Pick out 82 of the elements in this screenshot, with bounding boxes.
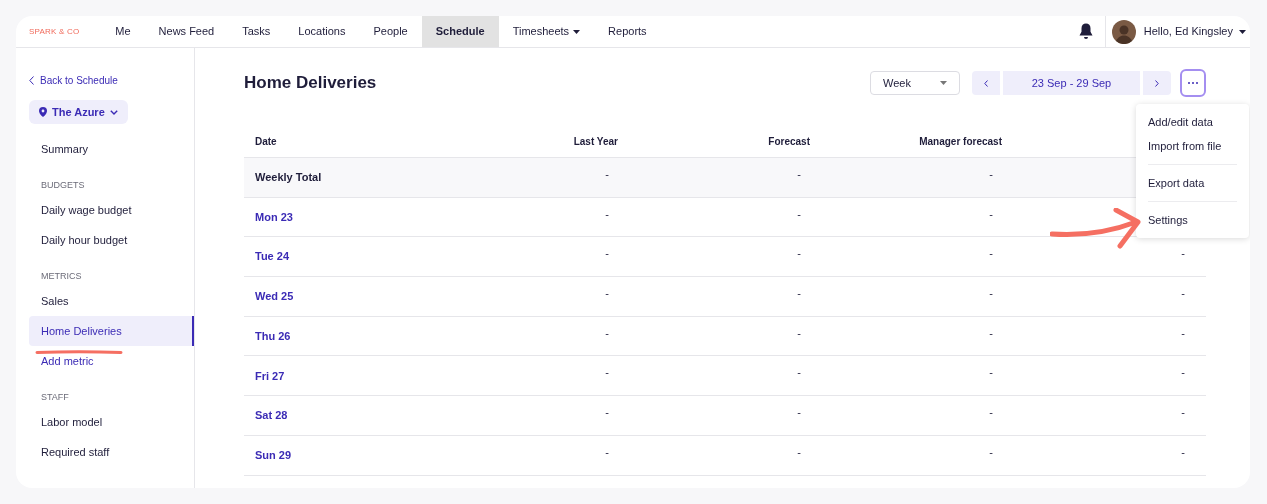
section-heading: BUDGETS — [40, 179, 86, 193]
menu-item[interactable]: Settings — [1148, 208, 1237, 232]
period-select[interactable]: Week — [870, 71, 960, 95]
table-cell-text: - — [1180, 286, 1186, 302]
date-cell[interactable]: Thu 26 — [244, 316, 426, 356]
column-header: Manager forecast — [918, 135, 1002, 149]
table-cell-text: - — [988, 444, 994, 460]
date-cell[interactable]: Tue 24 — [244, 237, 426, 277]
table-cell-text: - — [604, 206, 610, 222]
back-link[interactable]: Back to Schedule — [29, 73, 118, 88]
user-menu[interactable]: Hello, Ed Kingsley — [1143, 23, 1246, 40]
column-header: Date — [254, 135, 278, 149]
page-title: Home Deliveries — [244, 72, 378, 95]
table-cell-text: - — [604, 405, 610, 421]
sidebar-item[interactable]: Daily wage budget — [29, 195, 194, 225]
more-button[interactable] — [1180, 69, 1206, 97]
table-cell-text: - — [604, 167, 610, 182]
nav-tab[interactable]: Locations — [284, 16, 360, 47]
nav-tab[interactable]: People — [359, 16, 422, 47]
date-cell[interactable]: Sat 28 — [244, 396, 426, 435]
caret-icon — [940, 81, 947, 85]
nav-tab[interactable]: Reports — [594, 16, 661, 47]
menu-item[interactable]: Import from file — [1148, 134, 1237, 158]
menu-item[interactable]: Export data — [1148, 171, 1237, 195]
date-range[interactable]: 23 Sep - 29 Sep — [1003, 71, 1140, 95]
sidebar-item[interactable]: Labor model — [29, 407, 194, 437]
map-pin-icon — [39, 107, 47, 117]
nav-tab[interactable]: Tasks — [228, 16, 285, 47]
table-cell-text: - — [988, 405, 994, 421]
table-cell-text: - — [796, 167, 802, 182]
bell-icon[interactable] — [1078, 23, 1093, 40]
column-header: Forecast — [767, 135, 810, 149]
menu-item[interactable]: Add/edit data — [1148, 110, 1237, 134]
nav-tab[interactable]: Timesheets — [498, 16, 595, 47]
table-cell-text: - — [988, 167, 994, 182]
table-cell-text: - — [604, 365, 610, 381]
location-button[interactable]: The Azure — [29, 100, 128, 124]
chevron-right-icon — [1155, 79, 1159, 87]
date-cell[interactable]: Wed 25 — [244, 277, 426, 316]
sidebar-item[interactable]: Daily hour budget — [29, 225, 194, 255]
sidebar-item[interactable]: Summary — [29, 134, 194, 164]
table-cell-text: - — [604, 246, 610, 262]
nav-tab[interactable]: Me — [101, 16, 145, 47]
sidebar-item[interactable]: Required staff — [29, 437, 194, 467]
sidebar-item[interactable]: Sales — [29, 286, 194, 316]
caret-icon — [573, 29, 581, 34]
date-cell[interactable]: Mon 23 — [244, 197, 426, 237]
table-cell-text: - — [988, 325, 994, 341]
table-cell-text: - — [796, 325, 802, 341]
date-cell[interactable]: Sun 29 — [244, 435, 426, 475]
section-heading: STAFF — [40, 391, 70, 405]
add-metric-link[interactable]: Add metric — [29, 346, 194, 376]
nav-tab[interactable]: News Feed — [144, 16, 229, 47]
table-cell-text: - — [604, 444, 610, 460]
section-heading: METRICS — [40, 270, 83, 284]
chevron-left-icon — [29, 76, 34, 85]
table-cell-text: - — [796, 206, 802, 222]
table-cell-text: - — [988, 206, 994, 222]
table-cell-text: - — [1180, 325, 1186, 341]
avatar-icon[interactable] — [1111, 19, 1136, 44]
table-cell-text: - — [1180, 246, 1186, 262]
date-cell[interactable]: Fri 27 — [244, 356, 426, 396]
table-cell-text: - — [796, 365, 802, 381]
date-cell-text: Weekly Total — [254, 170, 323, 186]
chevron-down-icon — [109, 109, 118, 115]
table-cell-text: - — [604, 286, 610, 302]
chevron-left-icon — [984, 79, 988, 87]
table-cell-text: - — [796, 405, 802, 421]
table-cell-text: - — [988, 286, 994, 302]
table-cell-text: - — [796, 246, 802, 262]
table-cell-text: - — [1180, 405, 1186, 421]
table-cell-text: - — [1180, 444, 1186, 460]
table-cell-text: - — [796, 444, 802, 460]
table-cell-text: - — [604, 325, 610, 341]
table-cell-text: - — [988, 365, 994, 381]
table-cell-text: - — [796, 286, 802, 302]
nav-tab[interactable]: Schedule — [421, 16, 499, 47]
sidebar-item[interactable]: Home Deliveries — [29, 316, 194, 346]
column-header: Last Year — [572, 135, 618, 149]
table-cell-text: - — [1180, 365, 1186, 381]
table-cell-text: - — [988, 246, 994, 262]
caret-icon — [1239, 29, 1246, 34]
